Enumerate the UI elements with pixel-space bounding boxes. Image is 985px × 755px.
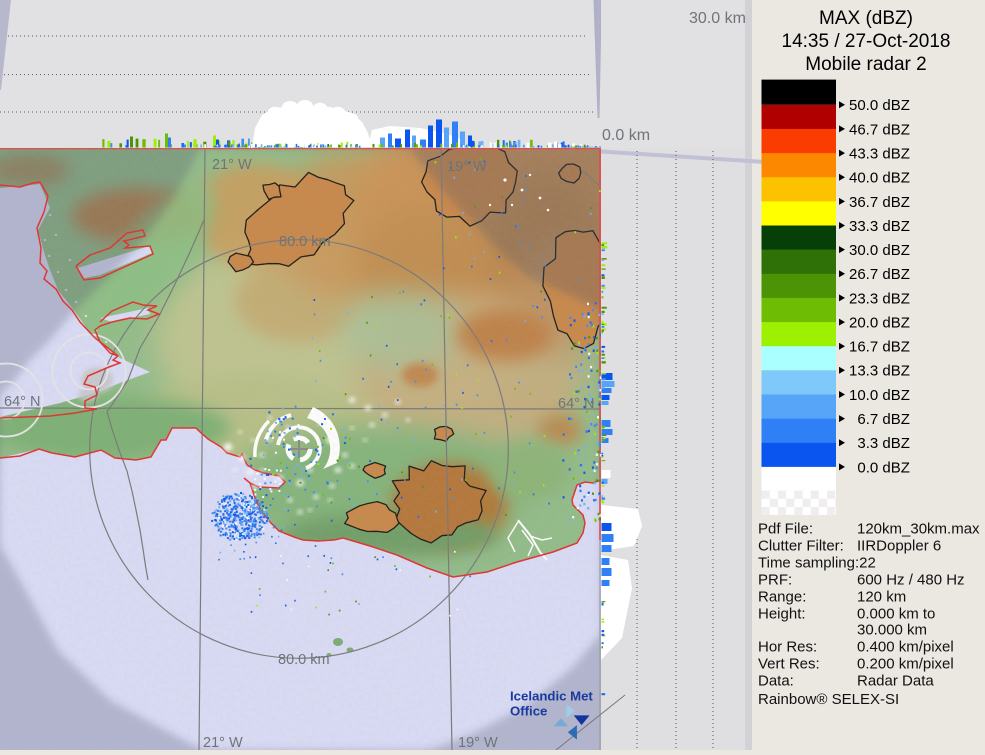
svg-text:43.3 dBZ: 43.3 dBZ	[849, 146, 910, 163]
svg-text:16.7 dBZ: 16.7 dBZ	[849, 339, 910, 356]
svg-text:Time sampling:22: Time sampling:22	[758, 555, 876, 572]
svg-text:Data:: Data:	[758, 673, 794, 690]
svg-text:0.400 km/pixel: 0.400 km/pixel	[857, 639, 954, 656]
svg-text:MAX (dBZ): MAX (dBZ)	[819, 8, 913, 29]
svg-text:20.0 dBZ: 20.0 dBZ	[849, 315, 910, 332]
svg-text:30.0 dBZ: 30.0 dBZ	[849, 242, 910, 259]
svg-text:23.3 dBZ: 23.3 dBZ	[849, 290, 910, 307]
svg-text:0.000 km to: 0.000 km to	[857, 606, 935, 623]
svg-text:80.0 km: 80.0 km	[279, 234, 331, 250]
svg-text:IIRDoppler 6: IIRDoppler 6	[857, 538, 941, 555]
svg-text:46.7 dBZ: 46.7 dBZ	[849, 121, 910, 138]
svg-text:30.0 km: 30.0 km	[689, 10, 746, 27]
svg-text:64° N: 64° N	[558, 396, 594, 412]
svg-text:120 km: 120 km	[857, 589, 906, 606]
svg-text:19° W: 19° W	[447, 159, 487, 175]
svg-text:Pdf File:: Pdf File:	[758, 521, 813, 538]
svg-text:21° W: 21° W	[212, 157, 252, 173]
svg-text:PRF:: PRF:	[758, 572, 792, 589]
svg-text:0.0 dBZ: 0.0 dBZ	[857, 459, 910, 476]
svg-text:Range:: Range:	[758, 589, 806, 606]
svg-text:Vert Res:: Vert Res:	[758, 656, 820, 673]
svg-text:3.3 dBZ: 3.3 dBZ	[857, 435, 910, 452]
svg-text:Mobile radar 2: Mobile radar 2	[805, 54, 926, 75]
svg-text:Clutter Filter:: Clutter Filter:	[758, 538, 844, 555]
svg-text:33.3 dBZ: 33.3 dBZ	[849, 218, 910, 235]
svg-text:600 Hz / 480 Hz: 600 Hz / 480 Hz	[857, 572, 965, 589]
svg-text:13.3 dBZ: 13.3 dBZ	[849, 363, 910, 380]
svg-text:Rainbow® SELEX-SI: Rainbow® SELEX-SI	[758, 691, 899, 708]
svg-text:Height:: Height:	[758, 606, 806, 623]
svg-text:21° W: 21° W	[203, 735, 243, 750]
svg-text:64° N: 64° N	[4, 394, 40, 410]
svg-text:Icelandic Met: Icelandic Met	[510, 689, 593, 704]
svg-text:0.200 km/pixel: 0.200 km/pixel	[857, 656, 954, 673]
svg-text:Hor Res:: Hor Res:	[758, 639, 817, 656]
svg-text:36.7 dBZ: 36.7 dBZ	[849, 194, 910, 211]
svg-text:0.0 km: 0.0 km	[602, 127, 650, 144]
svg-text:30.000 km: 30.000 km	[857, 622, 927, 639]
svg-text:10.0 dBZ: 10.0 dBZ	[849, 387, 910, 404]
svg-text:Radar Data: Radar Data	[857, 673, 934, 690]
svg-text:80.0 km: 80.0 km	[278, 652, 330, 668]
svg-text:120km_30km.max: 120km_30km.max	[857, 521, 980, 538]
svg-text:6.7 dBZ: 6.7 dBZ	[857, 411, 910, 428]
svg-text:50.0 dBZ: 50.0 dBZ	[849, 97, 910, 114]
svg-text:14:35 / 27-Oct-2018: 14:35 / 27-Oct-2018	[782, 31, 951, 52]
svg-text:19° W: 19° W	[458, 735, 498, 750]
svg-text:26.7 dBZ: 26.7 dBZ	[849, 266, 910, 283]
svg-text:40.0 dBZ: 40.0 dBZ	[849, 170, 910, 187]
svg-text:Office: Office	[510, 703, 547, 718]
